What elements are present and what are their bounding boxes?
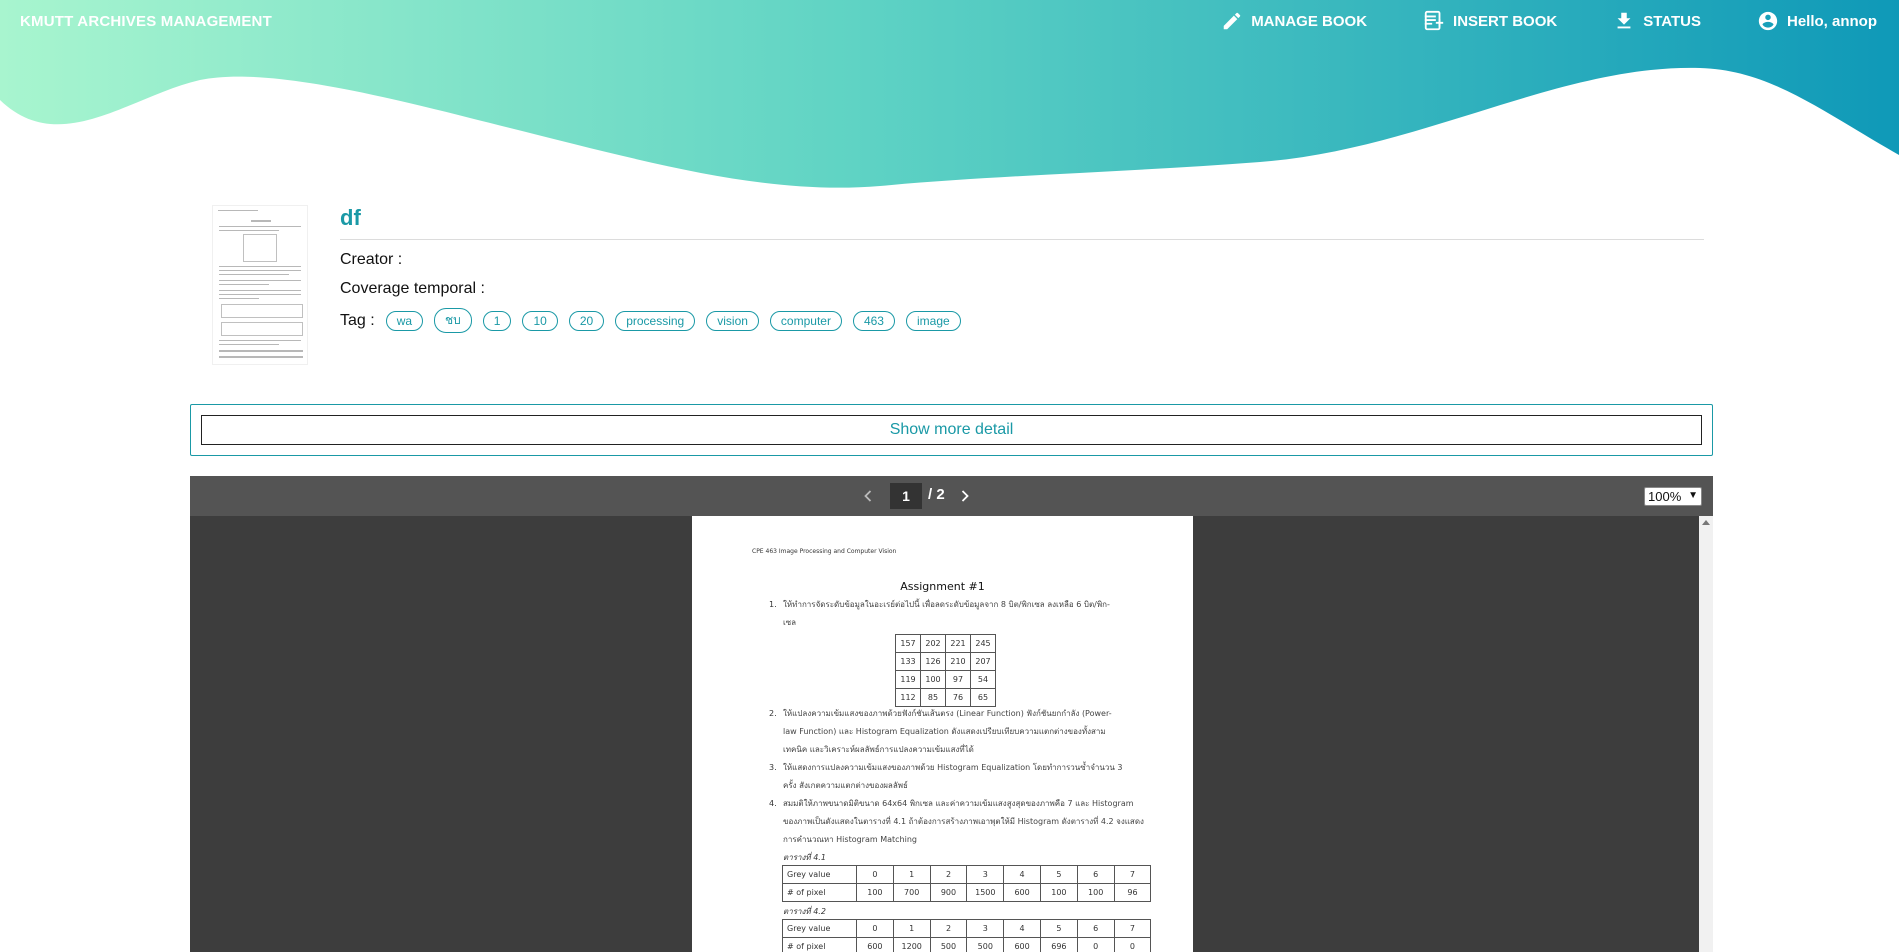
book-title: df — [340, 205, 1704, 240]
pdf-toolbar: 1 / 2 100% ▼ — [190, 476, 1713, 516]
question-number: 1. — [769, 600, 777, 609]
zoom-select[interactable]: 100% ▼ — [1644, 487, 1702, 506]
brand-logo-text[interactable]: KMUTT ARCHIVES MANAGEMENT — [20, 13, 272, 30]
user-menu[interactable]: Hello, annop — [1757, 10, 1877, 32]
tag-chip[interactable]: image — [905, 310, 961, 331]
table-caption: ตารางที่ 4.1 — [783, 853, 826, 862]
tag-chip[interactable]: ชบ — [434, 308, 472, 333]
histogram-table-4-2: Grey value 0123 4567 # of pixel 600 1200 5… — [782, 919, 1152, 952]
histogram-table-4-1: Grey value 0123 4567 # of pixel 100 700 90… — [782, 865, 1152, 902]
user-greeting: Hello, annop — [1787, 12, 1877, 30]
page-number-input[interactable]: 1 — [890, 483, 922, 509]
next-page-icon[interactable] — [955, 486, 975, 506]
insert-book-link[interactable]: INSERT BOOK — [1423, 10, 1557, 32]
add-note-icon — [1424, 10, 1444, 31]
question-number: 2. — [769, 709, 777, 718]
show-more-panel: Show more detail — [190, 404, 1713, 456]
book-meta: df Creator : Coverage temporal : Tag : w… — [340, 205, 1704, 333]
chevron-down-icon: ▼ — [1688, 490, 1698, 501]
page-total: / 2 — [928, 486, 945, 503]
viewer-scrollbar[interactable] — [1699, 516, 1713, 952]
question-line: สมมติให้ภาพขนาดมิติขนาด 64x64 พิกเซล และ… — [783, 799, 1134, 808]
zoom-value: 100% — [1648, 489, 1682, 504]
page: KMUTT ARCHIVES MANAGEMENT MANAGE BOOK IN… — [0, 0, 1899, 952]
question-line: ครั้ง สังเกตความแตกต่างของผลลัพธ์ — [783, 781, 908, 790]
insert-book-label: INSERT BOOK — [1453, 12, 1558, 30]
tag-chip[interactable]: 20 — [568, 310, 605, 331]
download-icon — [1617, 12, 1631, 29]
pdf-viewer: 1 / 2 100% ▼ CPE 463 Image Processing an… — [190, 476, 1713, 952]
tag-chip[interactable]: computer — [769, 310, 842, 331]
question-line: การคำนวณหา Histogram Matching — [783, 835, 917, 844]
question-line: ของภาพเป็นดังแสดงในตารางที่ 4.1 ถ้าต้องก… — [783, 817, 1144, 826]
creator-row: Creator : — [340, 251, 1704, 269]
question-line: law Function) และ Histogram Equalization… — [783, 727, 1106, 736]
tag-chip[interactable]: 10 — [522, 310, 558, 331]
question-number: 4. — [769, 799, 777, 808]
question-line: ให้แสดงการแปลงความเข้มแสงของภาพด้วย Hist… — [783, 763, 1123, 772]
doc-title: Assignment #1 — [900, 580, 985, 593]
status-label: STATUS — [1643, 12, 1701, 30]
question-line: ให้แปลงความเข้มแสงของภาพด้วยฟังก์ชันเส้น… — [783, 709, 1112, 718]
manage-book-link[interactable]: MANAGE BOOK — [1221, 10, 1367, 32]
creator-label: Creator : — [340, 251, 403, 268]
status-link[interactable]: STATUS — [1613, 10, 1701, 32]
question-line: เทคนิค และวิเคราะห์ผลลัพธ์การแปลงความเข้… — [783, 745, 974, 754]
doc-running-header: CPE 463 Image Processing and Computer Vi… — [752, 548, 897, 555]
question-number: 3. — [769, 763, 777, 772]
data-table-1: 157 202 221 245 133 126 210 207 119 100 97 54 112… — [895, 634, 996, 707]
tag-chip[interactable]: 463 — [852, 310, 895, 331]
nav-links: MANAGE BOOK INSERT BOOK STATUS Hello, an… — [1165, 10, 1877, 32]
account-circle-icon — [1758, 11, 1778, 31]
coverage-row: Coverage temporal : — [340, 280, 1704, 298]
question-line: ให้ทำการจัดระดับข้อมูลในอะเรย์ต่อไปนี้ เ… — [783, 600, 1110, 609]
tag-chip[interactable]: wa — [385, 310, 424, 331]
previous-page-icon[interactable] — [858, 486, 878, 506]
scroll-up-icon[interactable] — [1702, 520, 1710, 525]
pdf-page: CPE 463 Image Processing and Computer Vi… — [692, 516, 1193, 952]
manage-book-label: MANAGE BOOK — [1251, 12, 1368, 30]
tag-chip[interactable]: 1 — [482, 310, 512, 331]
coverage-label: Coverage temporal : — [340, 280, 485, 297]
pencil-icon — [1223, 12, 1241, 30]
table-caption: ตารางที่ 4.2 — [783, 907, 826, 916]
tag-chip[interactable]: vision — [706, 310, 759, 331]
tag-chip[interactable]: processing — [615, 310, 696, 331]
tag-label: Tag : — [340, 311, 375, 329]
show-more-detail-button[interactable]: Show more detail — [201, 415, 1702, 445]
top-navbar: KMUTT ARCHIVES MANAGEMENT MANAGE BOOK IN… — [0, 0, 1899, 44]
book-cover-thumbnail[interactable] — [212, 205, 308, 365]
question-line: เซล — [783, 618, 797, 627]
tag-row: Tag : wa ชบ 1 10 20 processing vision co… — [340, 308, 1704, 333]
